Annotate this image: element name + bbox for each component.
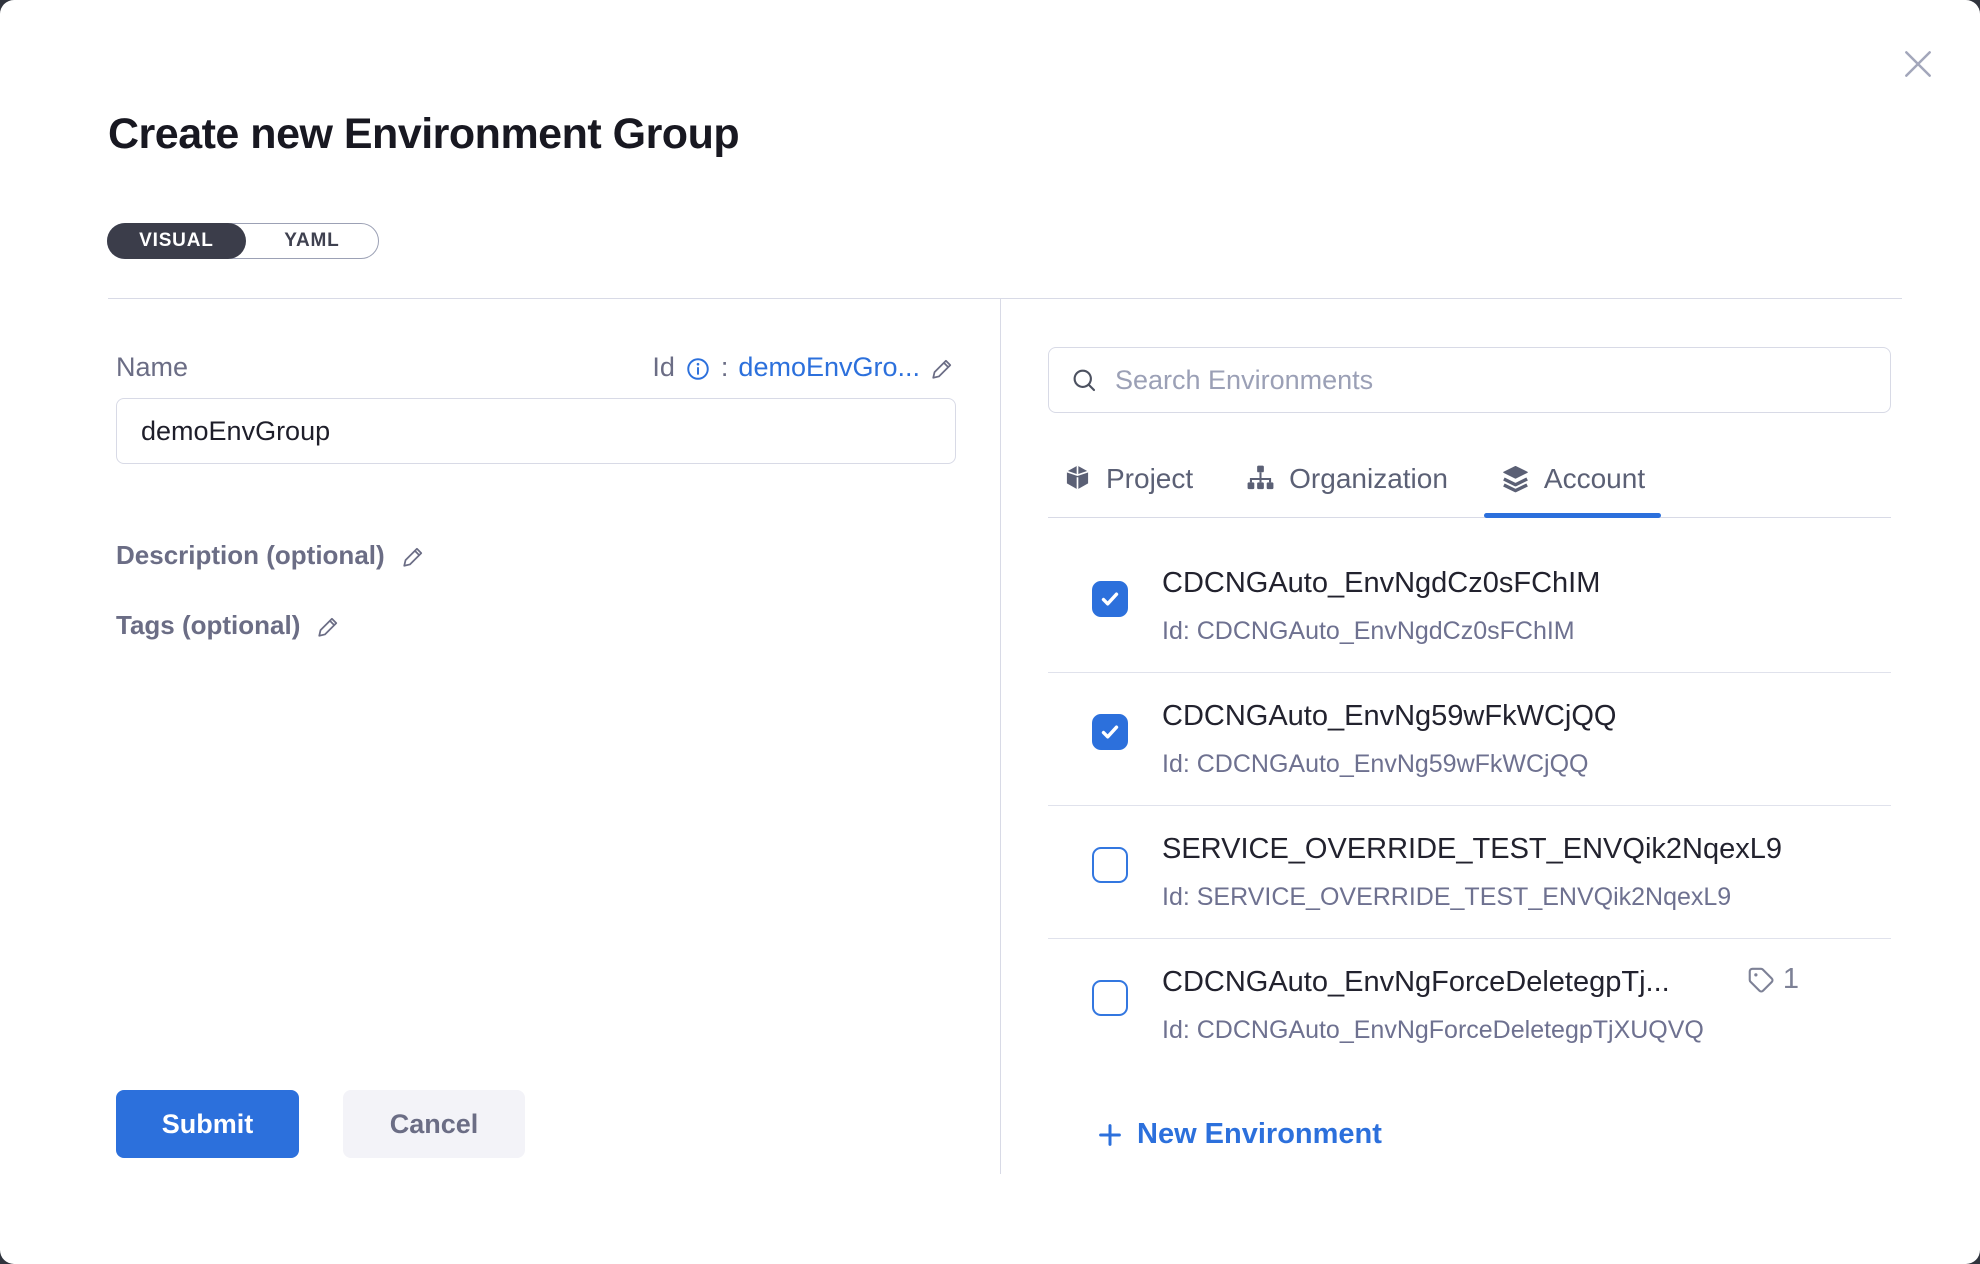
id-colon: : <box>721 352 729 383</box>
environment-row: CDCNGAuto_EnvNgdCz0sFChIM Id: CDCNGAuto_… <box>1048 519 1891 673</box>
tab-organization-label: Organization <box>1289 463 1448 495</box>
environment-list: CDCNGAuto_EnvNgdCz0sFChIM Id: CDCNGAuto_… <box>1048 519 1891 1062</box>
tags-label: Tags (optional) <box>116 610 300 641</box>
environment-checkbox[interactable] <box>1092 847 1128 883</box>
environment-row: CDCNGAuto_EnvNgForceDeletegpTj... Id: CD… <box>1048 939 1891 1062</box>
environment-row: SERVICE_OVERRIDE_TEST_ENVQik2NqexL9 Id: … <box>1048 806 1891 939</box>
panel-divider <box>1000 299 1001 1174</box>
scope-tabs: Project Organization Account <box>1048 440 1891 518</box>
search-icon <box>1069 365 1099 395</box>
layers-icon <box>1500 463 1531 494</box>
environment-checkbox[interactable] <box>1092 581 1128 617</box>
id-value-link[interactable]: demoEnvGro... <box>738 352 920 383</box>
description-label: Description (optional) <box>116 540 385 571</box>
environment-name: CDCNGAuto_EnvNgdCz0sFChIM <box>1162 567 1600 600</box>
tag-icon <box>1746 965 1776 995</box>
environment-name: CDCNGAuto_EnvNg59wFkWCjQQ <box>1162 700 1616 733</box>
info-icon[interactable] <box>685 356 711 382</box>
sitemap-icon <box>1245 463 1276 494</box>
environment-id: Id: CDCNGAuto_EnvNg59wFkWCjQQ <box>1162 750 1616 779</box>
toggle-yaml[interactable]: YAML <box>246 224 378 258</box>
edit-description-pencil-icon[interactable] <box>401 543 427 569</box>
name-id-row: Name Id : demoEnvGro... <box>116 352 956 383</box>
tab-project-label: Project <box>1106 463 1193 495</box>
close-icon[interactable] <box>1898 44 1938 84</box>
tab-account[interactable]: Account <box>1500 440 1645 517</box>
create-environment-group-modal: Create new Environment Group VISUAL YAML… <box>0 0 1980 1264</box>
name-input[interactable] <box>116 398 956 464</box>
environment-checkbox[interactable] <box>1092 980 1128 1016</box>
edit-tags-pencil-icon[interactable] <box>316 613 342 639</box>
description-row: Description (optional) <box>116 540 427 571</box>
environment-name: CDCNGAuto_EnvNgForceDeletegpTj... <box>1162 966 1704 999</box>
new-environment-button[interactable]: New Environment <box>1095 1118 1382 1151</box>
modal-actions: Submit Cancel <box>116 1090 525 1158</box>
plus-icon <box>1095 1120 1125 1150</box>
tab-project[interactable]: Project <box>1062 440 1193 517</box>
name-label: Name <box>116 352 188 383</box>
header-divider <box>108 298 1902 299</box>
environment-id: Id: SERVICE_OVERRIDE_TEST_ENVQik2NqexL9 <box>1162 883 1782 912</box>
tab-account-label: Account <box>1544 463 1645 495</box>
environment-id: Id: CDCNGAuto_EnvNgForceDeletegpTjXUQVQ <box>1162 1016 1704 1045</box>
edit-id-pencil-icon[interactable] <box>930 355 956 381</box>
visual-yaml-toggle: VISUAL YAML <box>107 223 379 259</box>
id-group: Id : demoEnvGro... <box>652 352 956 383</box>
tags-row: Tags (optional) <box>116 610 342 641</box>
id-label: Id <box>652 352 675 383</box>
toggle-visual[interactable]: VISUAL <box>107 223 246 259</box>
new-environment-label: New Environment <box>1137 1118 1382 1151</box>
environment-name: SERVICE_OVERRIDE_TEST_ENVQik2NqexL9 <box>1162 833 1782 866</box>
environment-checkbox[interactable] <box>1092 714 1128 750</box>
check-icon <box>1098 587 1122 611</box>
submit-button[interactable]: Submit <box>116 1090 299 1158</box>
cube-icon <box>1062 463 1093 494</box>
check-icon <box>1098 720 1122 744</box>
cancel-button[interactable]: Cancel <box>343 1090 525 1158</box>
environment-row: CDCNGAuto_EnvNg59wFkWCjQQ Id: CDCNGAuto_… <box>1048 673 1891 806</box>
tab-organization[interactable]: Organization <box>1245 440 1448 517</box>
modal-title: Create new Environment Group <box>108 110 739 159</box>
environment-search-box <box>1048 347 1891 413</box>
environment-id: Id: CDCNGAuto_EnvNgdCz0sFChIM <box>1162 617 1600 646</box>
tag-count-badge: 1 <box>1746 963 1799 996</box>
tag-count: 1 <box>1783 963 1799 996</box>
search-environments-input[interactable] <box>1115 365 1870 396</box>
